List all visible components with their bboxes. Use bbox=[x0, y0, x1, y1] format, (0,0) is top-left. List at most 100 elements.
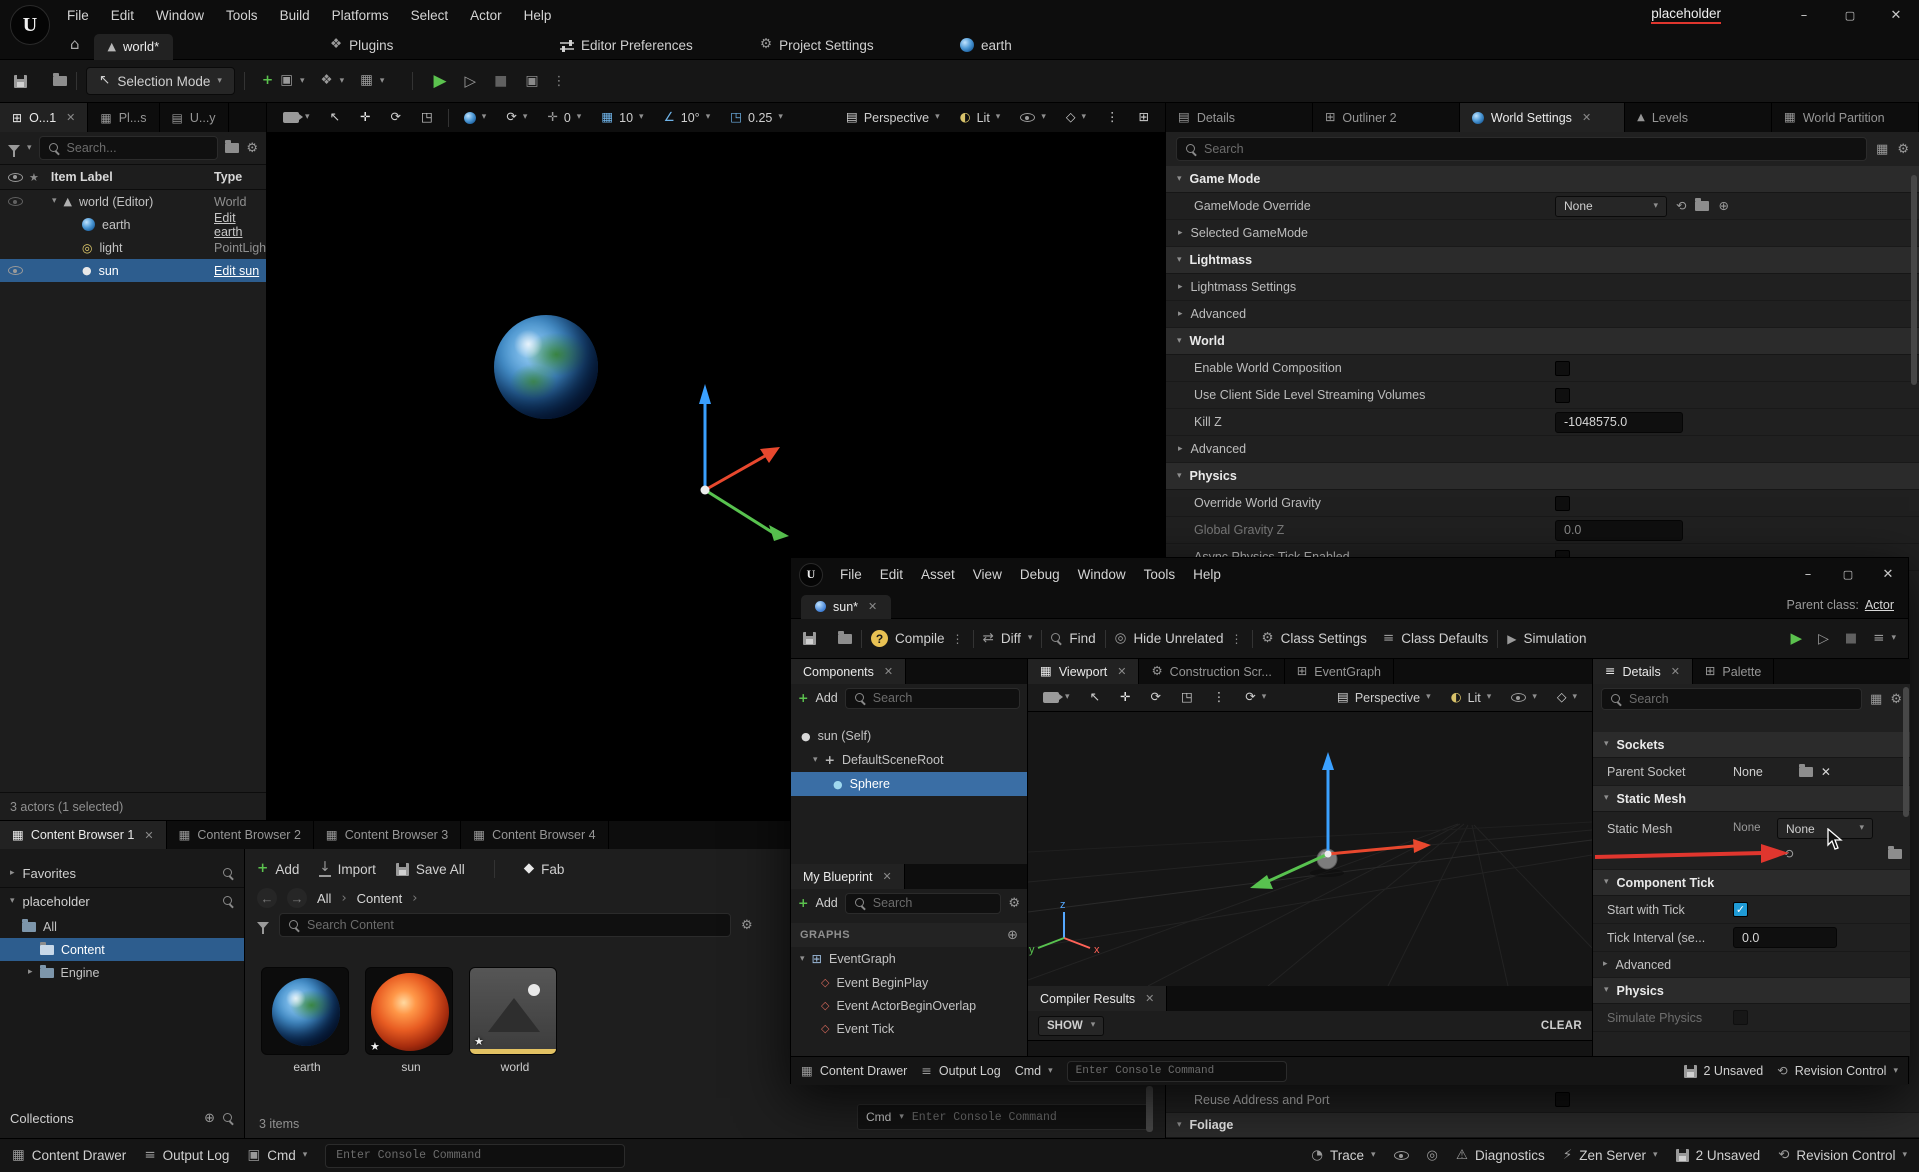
section-static-mesh[interactable]: Static Mesh bbox=[1593, 786, 1910, 812]
select-tool[interactable] bbox=[322, 107, 348, 129]
tab-content-browser-1[interactable]: Content Browser 1 bbox=[0, 821, 167, 849]
tab-my-blueprint[interactable]: My Blueprint bbox=[791, 864, 905, 889]
find-button[interactable]: Find bbox=[1051, 631, 1095, 646]
coordinate-system-dropdown[interactable] bbox=[456, 107, 495, 129]
clear-button[interactable]: CLEAR bbox=[1541, 1020, 1582, 1032]
bp-revision-control-dropdown[interactable]: Revision Control bbox=[1777, 1064, 1898, 1078]
save-icon[interactable] bbox=[803, 632, 816, 645]
checkbox-checked[interactable] bbox=[1733, 902, 1748, 917]
output-log-button[interactable]: Output Log bbox=[144, 1148, 229, 1163]
section-game-mode[interactable]: Game Mode bbox=[1166, 166, 1919, 193]
tree-item-content[interactable]: Content bbox=[0, 938, 244, 961]
add-collection-icon[interactable] bbox=[204, 1112, 215, 1125]
tab-content-browser-2[interactable]: Content Browser 2 bbox=[167, 821, 314, 849]
breadcrumb-content[interactable]: Content bbox=[357, 891, 403, 906]
effects-dropdown[interactable] bbox=[1058, 107, 1094, 129]
add-actor-dropdown[interactable]: + bbox=[254, 74, 313, 88]
checkbox[interactable] bbox=[1555, 361, 1570, 376]
tree-item-engine[interactable]: Engine bbox=[0, 961, 244, 984]
bp-content-drawer-button[interactable]: Content Drawer bbox=[801, 1064, 907, 1078]
earth-asset-button[interactable]: earth bbox=[960, 30, 1012, 60]
bp-perspective-dropdown[interactable]: Perspective bbox=[1329, 688, 1439, 708]
close-tab-icon[interactable] bbox=[868, 601, 877, 612]
tab-components[interactable]: Components bbox=[791, 659, 906, 684]
tab-content-browser-3[interactable]: Content Browser 3 bbox=[314, 821, 461, 849]
asset-earth[interactable]: earth bbox=[261, 967, 353, 1074]
global-gravity-z-input[interactable] bbox=[1555, 520, 1683, 541]
tab-world-partition[interactable]: World Partition bbox=[1772, 103, 1919, 132]
close-tab-icon[interactable] bbox=[66, 112, 75, 123]
home-icon[interactable] bbox=[70, 37, 80, 52]
use-selected-icon[interactable] bbox=[1676, 200, 1686, 213]
bp-menu-edit[interactable]: Edit bbox=[871, 558, 912, 591]
rotate-tool[interactable] bbox=[1143, 688, 1169, 708]
close-tab-icon[interactable] bbox=[1582, 112, 1591, 123]
tab-outliner-2[interactable]: Outliner 2 bbox=[1313, 103, 1460, 132]
menu-item-tools[interactable]: Tools bbox=[215, 0, 269, 30]
add-graph-icon[interactable] bbox=[1007, 929, 1018, 942]
surface-snap-dropdown[interactable] bbox=[498, 107, 535, 129]
parent-class-link[interactable]: Actor bbox=[1865, 598, 1894, 612]
outliner-row-sun[interactable]: sun Edit sun bbox=[0, 259, 266, 282]
close-tab-icon[interactable] bbox=[1145, 993, 1154, 1004]
new-folder-icon[interactable] bbox=[225, 143, 239, 153]
bp-maximize-button[interactable] bbox=[1828, 558, 1868, 591]
menu-item-actor[interactable]: Actor bbox=[459, 0, 513, 30]
save-all-button[interactable]: Save All bbox=[396, 862, 465, 877]
bp-details-search-input[interactable] bbox=[1629, 692, 1852, 706]
cmd-dropdown[interactable]: Cmd bbox=[247, 1148, 307, 1163]
bp-tab-sun[interactable]: sun* bbox=[801, 595, 891, 619]
bp-details-scrollbar[interactable] bbox=[1903, 687, 1909, 817]
tab-bp-viewport[interactable]: Viewport bbox=[1028, 659, 1139, 684]
tab-construction-script[interactable]: Construction Scr... bbox=[1139, 659, 1284, 684]
outliner-search-input[interactable] bbox=[67, 141, 209, 155]
section-lightmass[interactable]: Lightmass bbox=[1166, 247, 1919, 274]
search-icon[interactable] bbox=[223, 1113, 234, 1124]
tab-outliner-1[interactable]: O...1 bbox=[0, 103, 88, 132]
prop-advanced[interactable]: Advanced bbox=[1593, 952, 1910, 978]
rotate-tool[interactable] bbox=[383, 107, 409, 129]
content-settings-icon[interactable] bbox=[741, 919, 753, 932]
outliner-row-light[interactable]: light PointLigh bbox=[0, 236, 266, 259]
browse-icon[interactable] bbox=[53, 76, 67, 86]
display-options-icon[interactable] bbox=[1876, 143, 1888, 156]
section-sockets[interactable]: Sockets bbox=[1593, 732, 1910, 758]
event-row-actorbeginoverlap[interactable]: Event ActorBeginOverlap bbox=[791, 994, 1027, 1017]
event-row-tick[interactable]: Event Tick bbox=[791, 1017, 1027, 1040]
breadcrumb-all[interactable]: All bbox=[317, 891, 331, 906]
checkbox[interactable] bbox=[1555, 388, 1570, 403]
browse-icon[interactable] bbox=[1799, 767, 1813, 777]
caret-icon[interactable] bbox=[813, 756, 818, 765]
play-options-icon[interactable] bbox=[553, 75, 566, 88]
component-row-self[interactable]: sun (Self) bbox=[791, 724, 1027, 748]
browse-icon[interactable] bbox=[1888, 849, 1902, 859]
tab-world[interactable]: world* bbox=[94, 34, 174, 60]
search-icon[interactable] bbox=[223, 896, 234, 907]
bp-show-dropdown[interactable] bbox=[1503, 688, 1545, 708]
selection-mode-dropdown[interactable]: Selection Mode bbox=[86, 67, 235, 95]
components-search-input[interactable] bbox=[873, 691, 1010, 705]
show-dropdown[interactable]: SHOW bbox=[1038, 1016, 1104, 1036]
camera-speed-dropdown[interactable]: 0 bbox=[539, 107, 589, 129]
trace-dropdown[interactable]: Trace bbox=[1311, 1148, 1375, 1163]
diff-dropdown[interactable]: Diff bbox=[983, 631, 1033, 646]
section-bp-physics[interactable]: Physics bbox=[1593, 978, 1910, 1004]
menu-item-window[interactable]: Window bbox=[145, 0, 215, 30]
outliner-settings-icon[interactable] bbox=[246, 142, 258, 155]
my-blueprint-search-input[interactable] bbox=[873, 896, 992, 910]
section-world[interactable]: World bbox=[1166, 328, 1919, 355]
tab-utility[interactable]: U...y bbox=[160, 103, 229, 132]
blueprints-dropdown[interactable] bbox=[313, 74, 353, 88]
viewport-more-icon[interactable] bbox=[1098, 107, 1127, 129]
bp-menu-window[interactable]: Window bbox=[1069, 558, 1135, 591]
bp-minimize-button[interactable] bbox=[1788, 558, 1828, 591]
caret-icon[interactable] bbox=[800, 955, 805, 964]
ws-scrollbar[interactable] bbox=[1911, 175, 1917, 385]
play-button[interactable] bbox=[433, 73, 446, 90]
asset-world-thumbnail[interactable] bbox=[469, 967, 557, 1055]
simulation-button[interactable]: Simulation bbox=[1507, 631, 1586, 646]
section-component-tick[interactable]: Component Tick bbox=[1593, 870, 1910, 896]
checkbox[interactable] bbox=[1555, 496, 1570, 511]
bp-console-input[interactable] bbox=[1067, 1061, 1287, 1082]
tick-interval-input[interactable] bbox=[1733, 927, 1837, 948]
